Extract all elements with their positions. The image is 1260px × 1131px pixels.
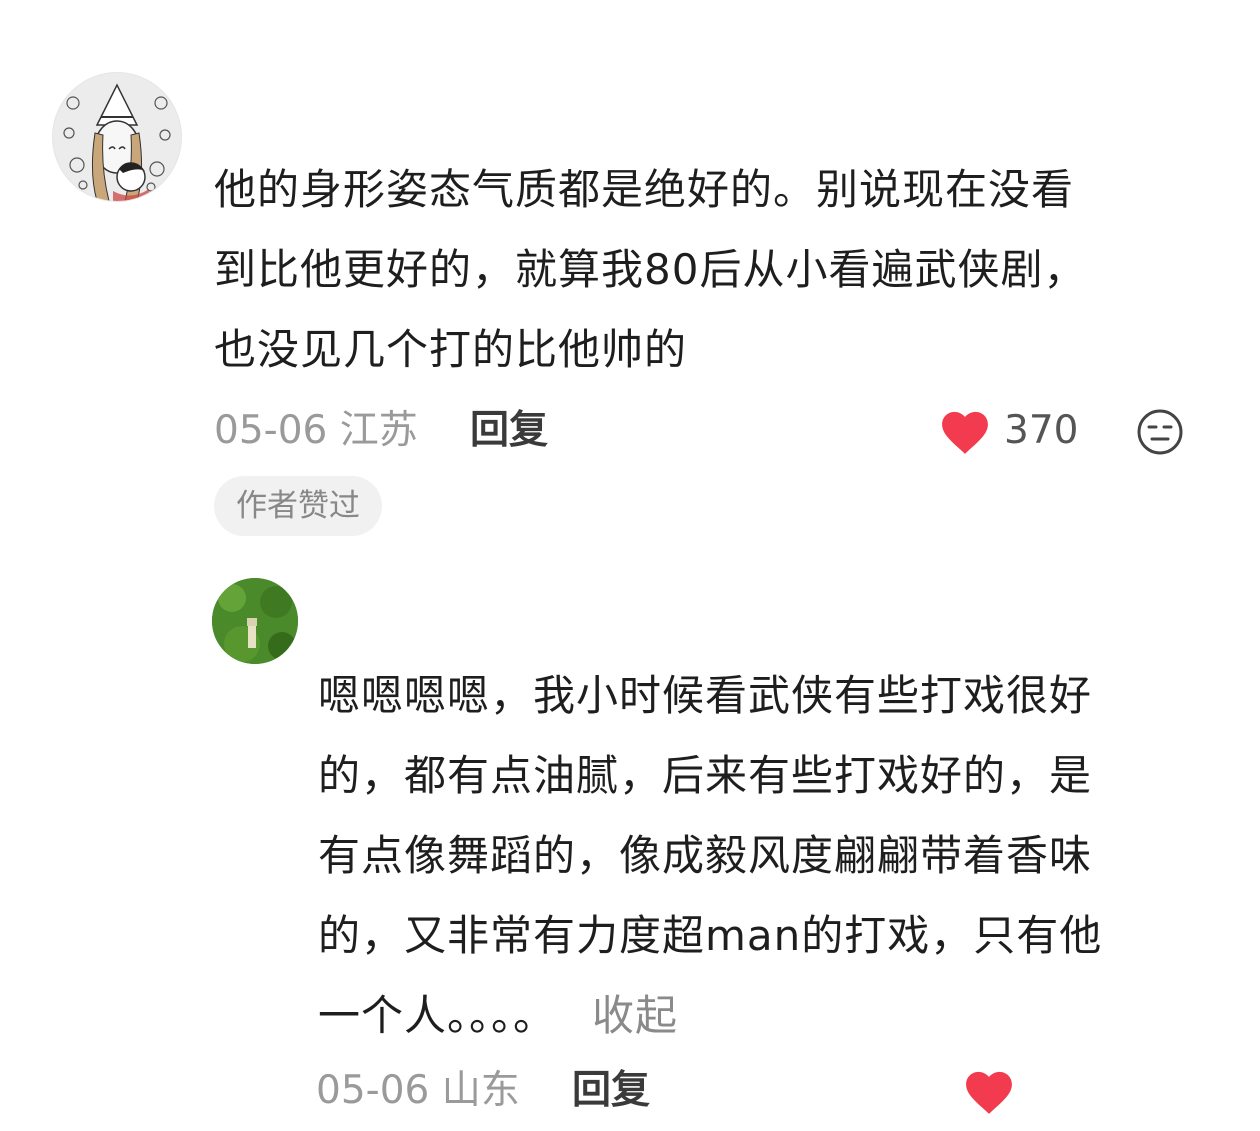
reply-button[interactable]: 回复: [572, 1066, 650, 1116]
comment-line: 到比他更好的，就算我80后从小看遍武侠剧，: [214, 245, 1087, 294]
heart-icon: [942, 411, 988, 454]
comment-line: 一个人。。。。: [318, 991, 557, 1040]
comment-date: 05-06: [316, 1068, 430, 1113]
comment-meta: 05-06 山东: [316, 1066, 520, 1116]
like-button[interactable]: [962, 1068, 1016, 1116]
comment-line: 他的身形姿态气质都是绝好的。别说现在没看: [214, 165, 1075, 214]
comment-date: 05-06: [214, 408, 328, 453]
fade-overlay: [1010, 1066, 1260, 1116]
avatar-photo: [212, 578, 298, 664]
like-button[interactable]: [938, 408, 992, 456]
comment-location: 江苏: [339, 408, 418, 453]
comment-location: 山东: [441, 1068, 520, 1113]
avatar[interactable]: [52, 72, 182, 202]
dislike-button[interactable]: [1136, 408, 1184, 456]
comment-line: 的，都有点油腻，后来有些打戏好的，是: [318, 751, 1093, 800]
comment-line: 的，又非常有力度超man的打戏，只有他: [318, 911, 1103, 960]
comment-text: 他的身形姿态气质都是绝好的。别说现在没看 到比他更好的，就算我80后从小看遍武侠…: [214, 150, 1204, 390]
comment-line: 也没见几个打的比他帅的: [214, 325, 688, 374]
like-count: 370: [1004, 408, 1079, 453]
comment-text: 嗯嗯嗯嗯，我小时候看武侠有些打戏很好 的，都有点油腻，后来有些打戏好的，是 有点…: [318, 656, 1208, 1056]
reply-button[interactable]: 回复: [470, 406, 548, 456]
author-liked-badge: 作者赞过: [214, 476, 382, 536]
heart-icon: [966, 1071, 1012, 1114]
collapse-button[interactable]: 收起: [592, 991, 678, 1040]
comment-meta: 05-06 江苏: [214, 406, 418, 456]
comment-line-last: 一个人。。。。 收起: [318, 976, 1208, 1056]
comment-line: 嗯嗯嗯嗯，我小时候看武侠有些打戏很好: [318, 671, 1093, 720]
avatar-illustration: [53, 73, 181, 201]
avatar[interactable]: [212, 578, 298, 664]
neutral-face-icon: [1137, 409, 1183, 455]
comment-line: 有点像舞蹈的，像成毅风度翩翩带着香味: [318, 831, 1093, 880]
